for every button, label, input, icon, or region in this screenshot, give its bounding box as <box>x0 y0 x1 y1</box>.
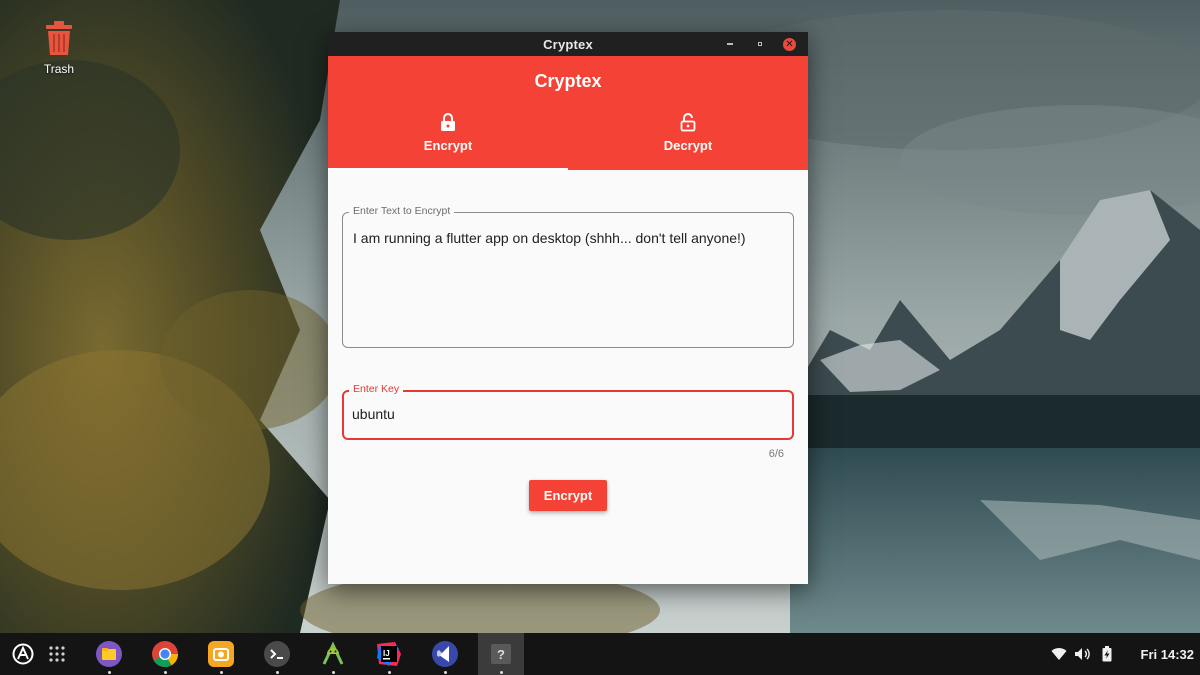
app-bar: Cryptex Encrypt Decrypt <box>328 56 808 170</box>
encrypt-panel: Enter Text to Encrypt I am running a flu… <box>328 170 808 584</box>
text-to-encrypt-value: I am running a flutter app on desktop (s… <box>353 230 746 246</box>
window-title: Cryptex <box>543 36 593 52</box>
svg-text:IJ: IJ <box>383 649 390 658</box>
encrypt-button[interactable]: Encrypt <box>529 480 607 511</box>
taskbar-intellij[interactable]: IJ <box>366 633 412 675</box>
android-studio-icon <box>322 641 344 665</box>
app-grid-button[interactable] <box>34 633 80 675</box>
volume-icon[interactable] <box>1073 644 1093 664</box>
activities-icon <box>12 643 34 665</box>
trash-icon <box>42 20 76 56</box>
battery-charging-icon[interactable] <box>1097 644 1117 664</box>
tab-bar: Encrypt Decrypt <box>328 104 808 170</box>
key-input-value: ubuntu <box>352 406 395 422</box>
unknown-app-icon: ? <box>491 644 511 664</box>
taskbar-files[interactable] <box>86 633 132 675</box>
clock[interactable]: Fri 14:32 <box>1141 647 1194 662</box>
svg-text:?: ? <box>497 647 505 662</box>
text-to-encrypt-input[interactable]: Enter Text to Encrypt I am running a flu… <box>342 205 794 348</box>
text-to-encrypt-label: Enter Text to Encrypt <box>349 205 455 217</box>
terminal-icon <box>264 641 290 667</box>
desktop-icon-trash[interactable]: Trash <box>30 20 88 76</box>
taskbar-android-studio[interactable] <box>310 633 356 675</box>
key-input-label: Enter Key <box>349 383 404 395</box>
lock-icon <box>439 112 457 132</box>
window-controls: ✕ <box>723 32 796 56</box>
files-icon <box>96 641 122 667</box>
app-title: Cryptex <box>534 71 602 91</box>
vscode-icon <box>432 641 458 667</box>
intellij-idea-icon: IJ <box>377 642 401 666</box>
tab-encrypt-label: Encrypt <box>423 138 473 153</box>
close-icon[interactable]: ✕ <box>783 37 796 51</box>
tab-decrypt-label: Decrypt <box>663 138 713 153</box>
taskbar-chrome[interactable] <box>142 633 188 675</box>
taskbar-vscode[interactable] <box>422 633 468 675</box>
maximize-icon[interactable] <box>753 37 767 51</box>
unlock-icon <box>679 112 697 132</box>
chrome-icon <box>152 641 179 668</box>
taskbar-cryptex[interactable]: ? <box>478 633 524 675</box>
app-grid-icon <box>49 646 65 662</box>
tab-encrypt[interactable]: Encrypt <box>328 104 568 170</box>
window-titlebar[interactable]: Cryptex ✕ <box>328 32 808 56</box>
taskbar-screenshot[interactable] <box>198 633 244 675</box>
taskbar: IJ ? Fri 14:32 <box>0 633 1200 675</box>
taskbar-terminal[interactable] <box>254 633 300 675</box>
desktop-icon-label: Trash <box>43 62 75 76</box>
wifi-icon[interactable] <box>1049 644 1069 664</box>
minimize-icon[interactable] <box>723 37 737 51</box>
screenshot-icon <box>208 641 234 667</box>
app-window: Cryptex ✕ Cryptex Encrypt Decrypt Enter … <box>328 32 808 584</box>
key-char-counter: 6/6 <box>768 448 784 460</box>
system-tray: Fri 14:32 <box>1049 633 1200 675</box>
tab-decrypt[interactable]: Decrypt <box>568 104 808 170</box>
key-input[interactable]: Enter Key ubuntu <box>342 383 794 440</box>
